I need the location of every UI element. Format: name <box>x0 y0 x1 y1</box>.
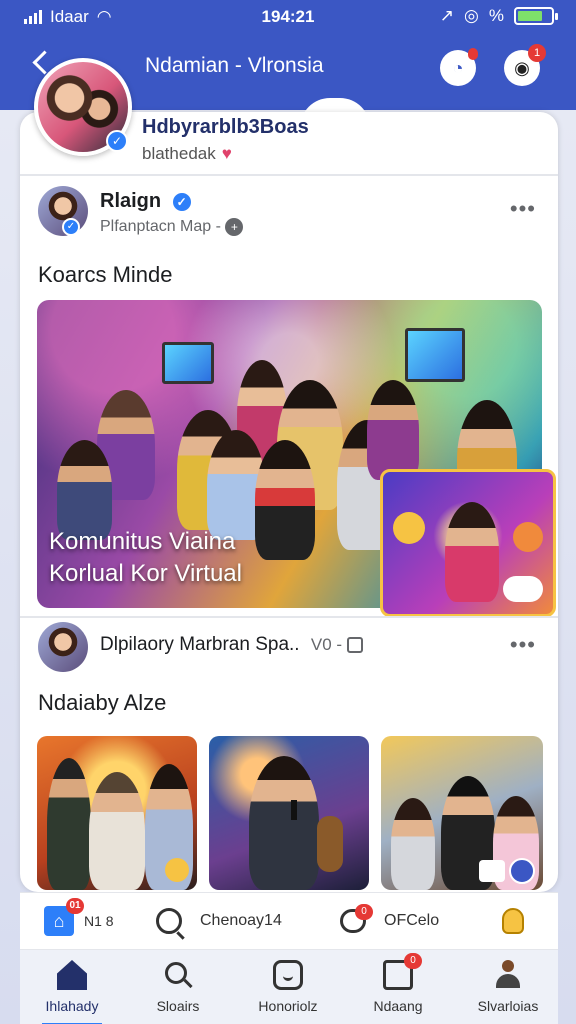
post-author-avatar[interactable]: ✓ <box>38 186 88 236</box>
post-author-name[interactable]: Dlpilaory Marbran Spa.. V0 - <box>100 634 364 656</box>
post-text: Koarcs Minde <box>38 262 173 287</box>
game-inset-image[interactable] <box>380 469 556 617</box>
person-figure <box>367 380 419 480</box>
status-bar: Idaar ◠ 194:21 ↗ ◎ % <box>0 0 576 34</box>
divider <box>20 174 558 176</box>
profile-avatar[interactable]: ✓ <box>34 58 132 156</box>
tab-home[interactable]: Ihlahady <box>22 960 122 1024</box>
caption-line-1: Komunitus Viaina <box>49 528 236 555</box>
action-label: N1 8 <box>84 913 114 929</box>
battery-icon <box>514 7 558 25</box>
game-coin-icon <box>393 512 425 544</box>
action-home[interactable]: ⌂ 01 N1 8 <box>44 898 114 941</box>
tab-label: Honoriolz <box>258 998 318 1014</box>
post-image-caption: Komunitus Viaina Korlual Kor Virtual <box>49 526 242 590</box>
reaction-icon <box>165 858 189 882</box>
action-idea[interactable] <box>502 901 524 941</box>
action-search[interactable]: Chenoay14 <box>156 901 282 941</box>
page-title: Ndamian - Vlronsia <box>145 54 324 77</box>
notifications-badge: 1 <box>528 44 546 62</box>
feed-card: Hdbyrarblb3Boas blathedak ♥ ✓ Rlaign ✓ Pl… <box>20 112 558 892</box>
verified-icon: ✓ <box>170 190 193 213</box>
tab-search[interactable]: Sloairs <box>128 960 228 1014</box>
action-chat[interactable]: 0 OFCelo <box>340 901 439 941</box>
more-options-button[interactable]: ••• <box>510 196 536 222</box>
guitar-icon <box>317 816 343 872</box>
alarm-icon: ◎ <box>464 6 479 25</box>
tab-edit[interactable]: 0 Ndaang <box>348 953 448 1014</box>
bottom-tab-bar: Ihlahady Sloairs Honoriolz 0 Ndaang Slva… <box>20 950 558 1024</box>
search-icon <box>163 960 193 990</box>
search-icon <box>156 908 182 934</box>
person-figure <box>249 756 319 890</box>
action-label: OFCelo <box>384 912 440 929</box>
emoji-icon: ♥ <box>221 144 232 163</box>
post-author-text: Rlaign <box>100 190 162 212</box>
post-meta: V0 - <box>310 635 343 654</box>
person-figure <box>47 758 91 890</box>
link-icon <box>347 636 364 653</box>
messenger-badge <box>468 48 478 60</box>
verified-icon: ✓ <box>62 218 80 236</box>
person-figure <box>255 440 315 560</box>
post-meta: Plfanptacn Map - + <box>100 218 244 236</box>
action-badge: 0 <box>355 904 373 920</box>
messenger-button[interactable]: ◔ <box>440 48 478 86</box>
gallery-icon <box>479 860 505 882</box>
post-meta-text: Plfanptacn Map - <box>100 218 221 235</box>
tab-profile[interactable]: Slvarloias <box>458 960 558 1014</box>
tv-icon <box>405 328 465 382</box>
action-bar: ⌂ 01 N1 8 Chenoay14 0 OFCelo <box>20 892 558 950</box>
avatar <box>509 858 535 884</box>
post-text: Ndaiaby Alze <box>38 690 167 715</box>
game-coin-icon <box>513 522 543 552</box>
person-figure <box>57 440 112 540</box>
smile-icon <box>273 960 303 990</box>
tab-label: Sloairs <box>156 998 200 1014</box>
game-controls-icon <box>503 576 543 602</box>
light-bulb-icon <box>502 908 524 934</box>
tv-icon <box>162 342 214 384</box>
person-figure <box>89 772 145 890</box>
more-options-button[interactable]: ••• <box>510 632 536 658</box>
tab-honor[interactable]: Honoriolz <box>238 960 338 1014</box>
status-right: ↗ ◎ % <box>439 6 558 26</box>
back-button[interactable] <box>30 50 52 72</box>
photo-thumbnail[interactable] <box>209 736 369 890</box>
battery-percent: % <box>488 6 504 25</box>
location-icon: ↗ <box>439 6 455 25</box>
post-author-text: Dlpilaory Marbran Spa.. <box>100 634 300 655</box>
person-figure <box>445 502 499 602</box>
profile-icon <box>493 960 523 990</box>
photo-thumbnail[interactable] <box>37 736 197 890</box>
divider <box>20 616 558 618</box>
verified-icon: ✓ <box>106 130 128 152</box>
ghost-icon: ◉ <box>514 57 530 78</box>
post-author-name[interactable]: Rlaign ✓ <box>100 190 193 213</box>
tab-label: Ndaang <box>373 998 423 1014</box>
action-label: Chenoay14 <box>200 912 282 929</box>
chat-bubble-icon: 0 <box>340 904 373 933</box>
home-square-icon: ⌂ 01 <box>44 898 84 936</box>
person-figure <box>391 798 435 890</box>
profile-name[interactable]: Hdbyrarblb3Boas <box>142 116 309 139</box>
battery-fill <box>518 11 542 21</box>
caption-line-2: Korlual Kor Virtual <box>49 560 242 587</box>
action-badge: 01 <box>66 898 84 914</box>
profile-subtitle: blathedak ♥ <box>142 144 232 164</box>
photo-thumbnail[interactable] <box>381 736 543 890</box>
tab-label: Ihlahady <box>45 998 99 1014</box>
messenger-icon: ◔ <box>452 57 464 78</box>
edit-icon: 0 <box>383 953 422 990</box>
profile-subtitle-text: blathedak <box>142 144 216 163</box>
tab-label: Slvarloias <box>477 998 539 1014</box>
home-icon <box>57 960 87 990</box>
audience-icon: + <box>225 218 244 236</box>
notifications-button[interactable]: ◉ 1 <box>504 44 546 86</box>
tab-badge: 0 <box>404 953 422 969</box>
microphone-icon <box>291 800 297 820</box>
post-author-avatar[interactable] <box>38 622 88 672</box>
